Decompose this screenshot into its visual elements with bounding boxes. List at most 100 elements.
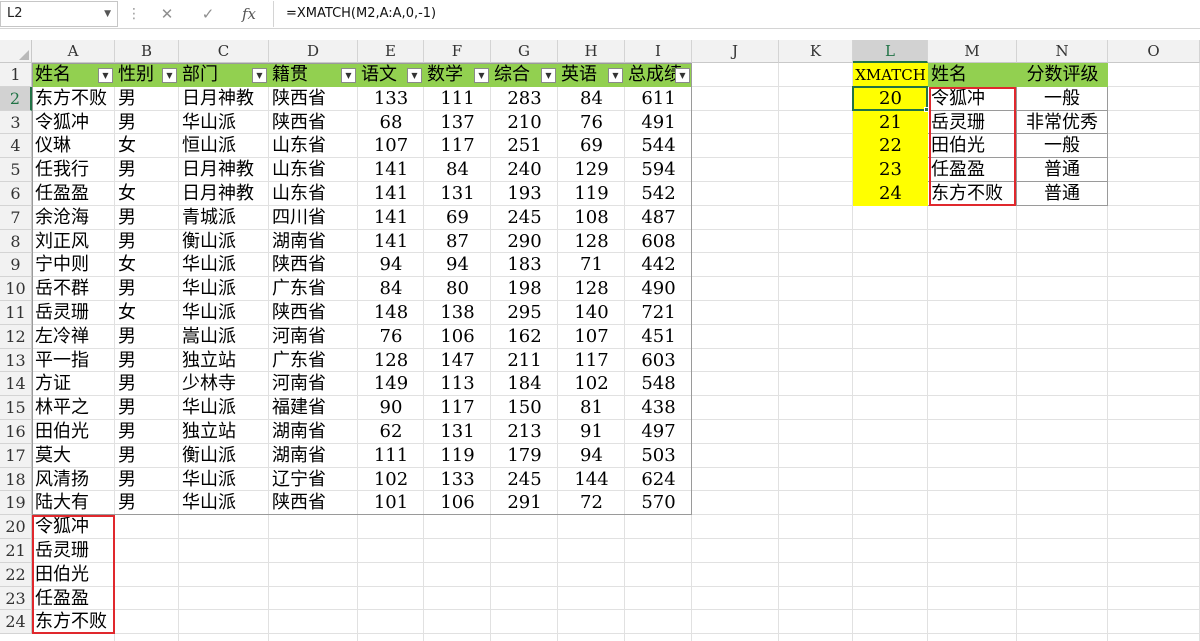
table-cell[interactable]: 148 [358,301,424,325]
column-header-k[interactable]: K [779,40,853,63]
drag-handle-icon[interactable]: ⋮ [127,5,141,23]
table-cell[interactable]: 华山派 [179,468,269,492]
table-cell[interactable]: 河南省 [269,325,358,349]
filter-dropdown-icon[interactable]: ▼ [541,68,556,83]
table-cell[interactable]: 240 [491,158,558,182]
row-header-23[interactable]: 23 [0,586,32,611]
table-cell[interactable]: 603 [625,349,692,373]
rating-cell[interactable]: 一般 [1017,86,1108,111]
row-header-2[interactable]: 2 [0,86,32,111]
table-cell[interactable]: 608 [625,230,692,254]
table-cell[interactable]: 华山派 [179,301,269,325]
table-cell[interactable]: 陕西省 [269,301,358,325]
column-header-j[interactable]: J [692,40,779,63]
table-cell[interactable]: 河南省 [269,372,358,396]
column-header-n[interactable]: N [1017,40,1108,63]
table-cell[interactable]: 四川省 [269,206,358,230]
table-cell[interactable]: 101 [358,491,424,515]
table-cell[interactable]: 94 [558,444,625,468]
table-cell[interactable]: 岳不群 [32,277,115,301]
table-cell[interactable]: 女 [115,134,179,158]
column-header-a[interactable]: A [32,40,115,63]
rating-cell[interactable]: 一般 [1017,134,1108,159]
table-cell[interactable]: 213 [491,420,558,444]
row-header-10[interactable]: 10 [0,277,32,301]
table-cell[interactable]: 陕西省 [269,253,358,277]
table-cell[interactable]: 594 [625,158,692,182]
table-cell[interactable]: 男 [115,230,179,254]
table-cell[interactable]: 111 [424,87,491,111]
table-cell[interactable]: 94 [358,253,424,277]
table-cell[interactable]: 男 [115,206,179,230]
filter-dropdown-icon[interactable]: ▼ [252,68,267,83]
row-header-13[interactable]: 13 [0,348,32,373]
row-header-8[interactable]: 8 [0,229,32,254]
table-cell[interactable]: 438 [625,396,692,420]
table-cell[interactable]: 487 [625,206,692,230]
table-cell[interactable]: 广东省 [269,349,358,373]
table-cell[interactable]: 503 [625,444,692,468]
table-cell[interactable]: 广东省 [269,277,358,301]
table-cell[interactable]: 72 [558,491,625,515]
column-header-d[interactable]: D [269,40,358,63]
table-cell[interactable]: 117 [424,396,491,420]
table-cell[interactable]: 刘正风 [32,230,115,254]
filter-dropdown-icon[interactable]: ▼ [608,68,623,83]
table-cell[interactable]: 69 [424,206,491,230]
row-header-4[interactable]: 4 [0,134,32,159]
table-cell[interactable]: 福建省 [269,396,358,420]
table-cell[interactable]: 68 [358,111,424,135]
formula-input[interactable]: =XMATCH(M2,A:A,0,-1) [273,1,1200,27]
table-header-cell[interactable]: 姓名 ▼ [32,63,115,87]
table-header-cell[interactable]: 英语 ▼ [558,63,625,87]
table-cell[interactable]: 490 [625,277,692,301]
table-cell[interactable]: 华山派 [179,253,269,277]
enter-icon[interactable]: ✓ [195,3,221,25]
table-cell[interactable]: 男 [115,468,179,492]
table-cell[interactable]: 独立站 [179,420,269,444]
filter-dropdown-icon[interactable]: ▼ [162,68,177,83]
table-cell[interactable]: 291 [491,491,558,515]
table-cell[interactable]: 男 [115,111,179,135]
table-cell[interactable]: 140 [558,301,625,325]
column-header-i[interactable]: I [625,40,692,63]
table-cell[interactable]: 任我行 [32,158,115,182]
column-header-o[interactable]: O [1108,40,1200,63]
table-cell[interactable]: 山东省 [269,182,358,206]
table-cell[interactable]: 男 [115,87,179,111]
filter-dropdown-icon[interactable]: ▼ [98,68,113,83]
table-cell[interactable]: 179 [491,444,558,468]
xmatch-result-cell[interactable]: 21 [853,110,928,135]
table-cell[interactable]: 任盈盈 [32,182,115,206]
table-cell[interactable]: 陕西省 [269,87,358,111]
lookup-header-cell[interactable]: XMATCH [853,63,928,87]
row-header-6[interactable]: 6 [0,182,32,206]
table-header-cell[interactable]: 籍贯 ▼ [269,63,358,87]
xmatch-result-cell[interactable]: 22 [853,134,928,159]
table-cell[interactable]: 山东省 [269,158,358,182]
table-cell[interactable]: 湖南省 [269,420,358,444]
row-header-11[interactable]: 11 [0,301,32,325]
table-cell[interactable]: 290 [491,230,558,254]
table-cell[interactable]: 衡山派 [179,444,269,468]
row-header-20[interactable]: 20 [0,515,32,539]
row-header-5[interactable]: 5 [0,158,32,182]
table-cell[interactable]: 144 [558,468,625,492]
table-cell[interactable]: 女 [115,182,179,206]
rating-cell[interactable]: 普通 [1017,158,1108,182]
row-header-14[interactable]: 14 [0,372,32,397]
table-cell[interactable]: 陆大有 [32,491,115,515]
table-cell[interactable]: 男 [115,420,179,444]
name-box[interactable]: L2 ▼ [0,1,118,27]
table-cell[interactable]: 青城派 [179,206,269,230]
row-header-19[interactable]: 19 [0,491,32,516]
rating-cell[interactable]: 普通 [1017,182,1108,206]
table-cell[interactable]: 方证 [32,372,115,396]
table-cell[interactable]: 102 [358,468,424,492]
table-cell[interactable]: 84 [358,277,424,301]
table-cell[interactable]: 198 [491,277,558,301]
table-cell[interactable]: 令狐冲 [32,111,115,135]
table-cell[interactable]: 辽宁省 [269,468,358,492]
table-header-cell[interactable]: 数学 ▼ [424,63,491,87]
column-header-b[interactable]: B [115,40,179,63]
